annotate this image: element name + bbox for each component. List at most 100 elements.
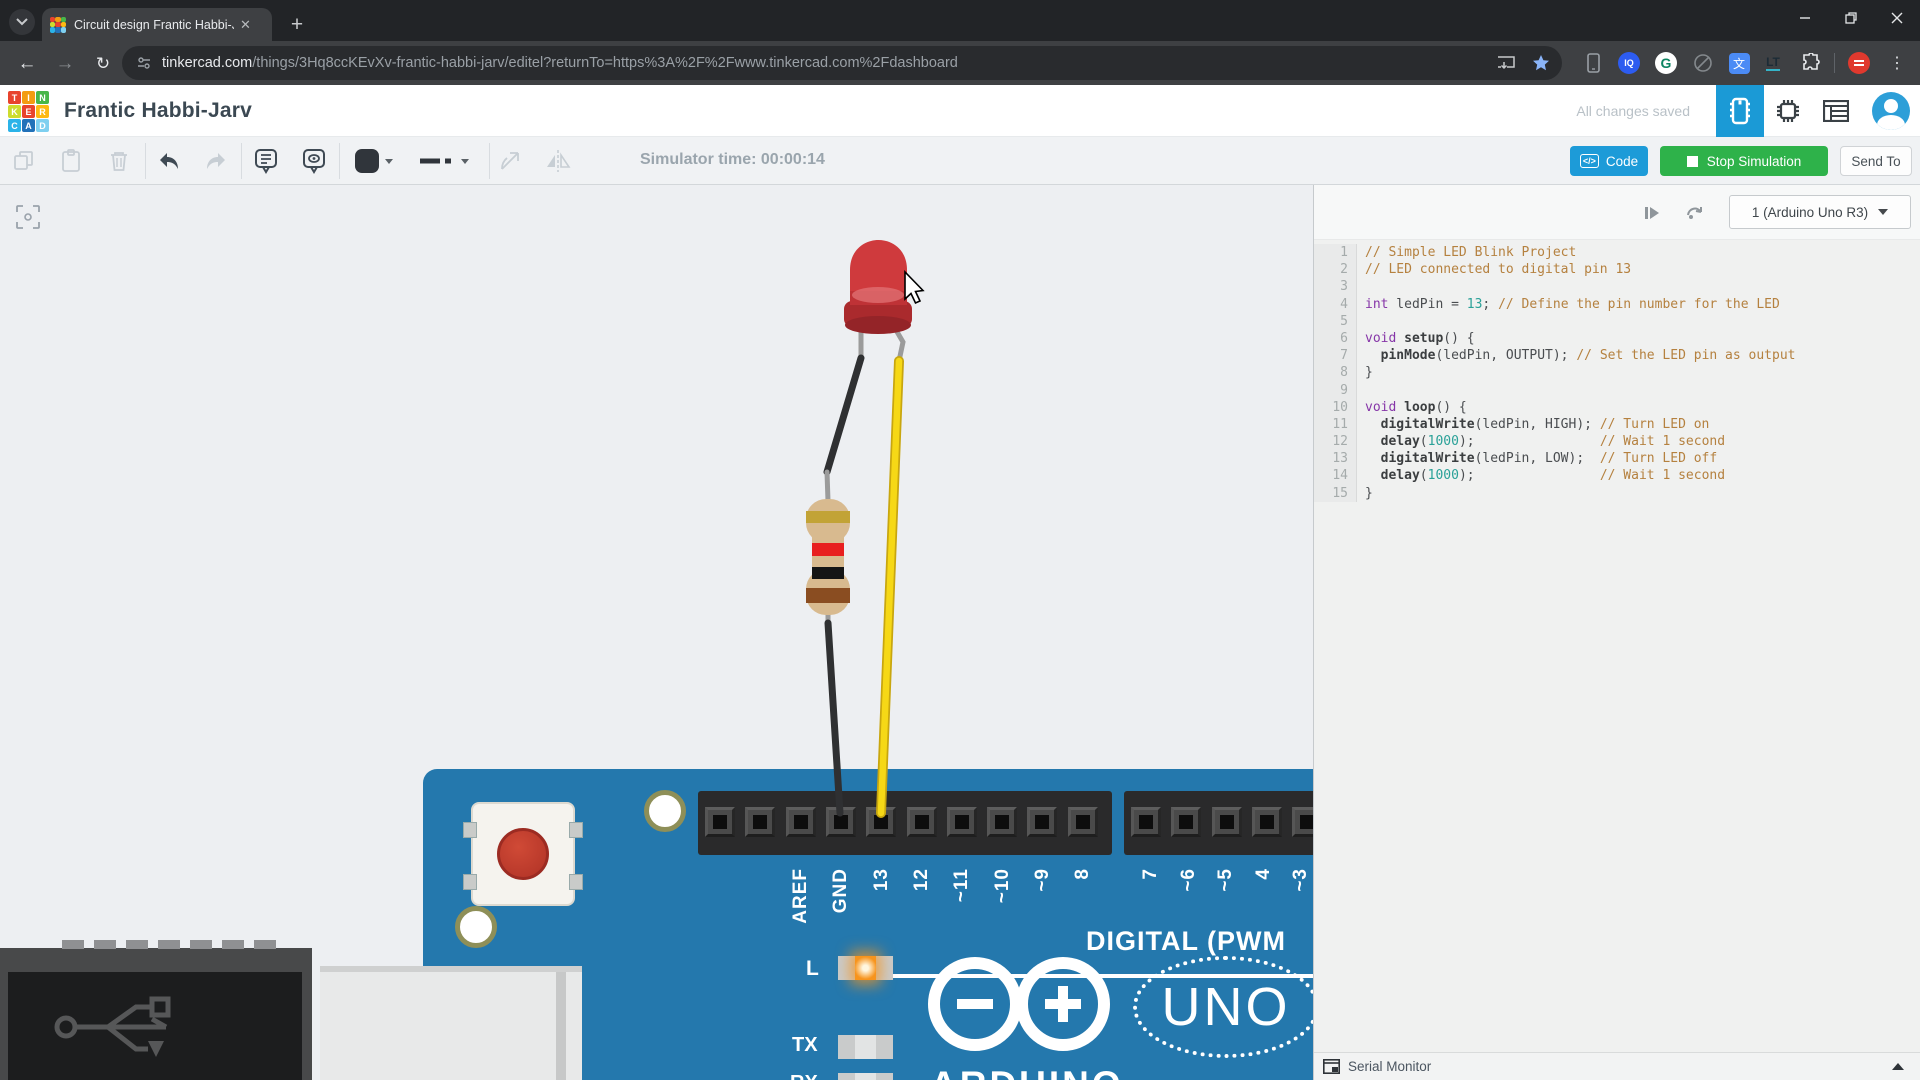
tinkercad-favicon — [50, 17, 66, 33]
code-line-4[interactable]: 4int ledPin = 13; // Define the pin numb… — [1314, 296, 1920, 313]
code-line-5[interactable]: 5 — [1314, 313, 1920, 330]
iq-extension-icon[interactable]: IQ — [1616, 50, 1642, 76]
code-line-15[interactable]: 15} — [1314, 485, 1920, 502]
ic-chip-icon — [1775, 98, 1801, 124]
component-overlay — [0, 185, 1313, 1080]
code-line-12[interactable]: 12 delay(1000); // Wait 1 second — [1314, 433, 1920, 450]
code-line-3[interactable]: 3 — [1314, 278, 1920, 295]
new-tab-button[interactable]: + — [282, 8, 312, 41]
code-button[interactable]: </> Code — [1570, 146, 1648, 176]
red-extension-icon[interactable] — [1846, 50, 1872, 76]
resistor-band-black — [812, 567, 844, 579]
code-panel: 1 (Arduino Uno R3) 1// Simple LED Blink … — [1313, 185, 1920, 1080]
notes-button[interactable] — [253, 148, 279, 174]
bookmark-star-icon[interactable] — [1532, 54, 1550, 72]
serial-monitor-icon — [1323, 1059, 1340, 1074]
code-line-6[interactable]: 6void setup() { — [1314, 330, 1920, 347]
rotate-button[interactable] — [497, 148, 523, 174]
mouse-cursor — [905, 272, 923, 303]
browser-menu-icon[interactable]: ⋮ — [1884, 50, 1910, 76]
code-line-9[interactable]: 9 — [1314, 382, 1920, 399]
chevron-down-icon — [16, 18, 28, 26]
close-button[interactable] — [1874, 0, 1920, 36]
arduino-infinity-logo — [934, 963, 1104, 1045]
toolbar-separator — [241, 143, 242, 179]
tinkercad-logo[interactable]: TINKERCAD — [8, 91, 49, 132]
extensions-puzzle-icon[interactable] — [1798, 50, 1824, 76]
site-info-icon[interactable] — [136, 55, 152, 71]
copy-button[interactable] — [11, 148, 37, 174]
code-line-11[interactable]: 11 digitalWrite(ledPin, HIGH); // Turn L… — [1314, 416, 1920, 433]
browser-window: Circuit design Frantic Habbi-Jar ✕ + ← →… — [0, 0, 1920, 1080]
forward-button[interactable]: → — [50, 49, 80, 79]
url-text[interactable]: tinkercad.com/things/3Hq8ccKEvXv-frantic… — [162, 55, 1496, 71]
resistor-band-brown — [806, 588, 850, 603]
toolbar-separator — [489, 143, 490, 179]
save-status: All changes saved — [1576, 103, 1690, 119]
redo-button[interactable] — [203, 148, 229, 174]
minimize-button[interactable] — [1782, 0, 1828, 36]
send-to-device-icon[interactable] — [1496, 54, 1516, 72]
browser-tab[interactable]: Circuit design Frantic Habbi-Jar ✕ — [42, 8, 272, 41]
profile-avatar[interactable] — [1872, 92, 1910, 130]
stop-simulation-button[interactable]: Stop Simulation — [1660, 146, 1828, 176]
serial-monitor-bar[interactable]: Serial Monitor — [1314, 1052, 1920, 1080]
code-line-10[interactable]: 10void loop() { — [1314, 399, 1920, 416]
expand-serial-icon[interactable] — [1892, 1063, 1904, 1070]
undo-button[interactable] — [156, 148, 182, 174]
window-controls — [1782, 0, 1920, 36]
view-schematic-button[interactable] — [1764, 85, 1812, 137]
languagetool-extension-icon[interactable]: LT — [1760, 50, 1786, 76]
toolbar-separator — [145, 143, 146, 179]
code-line-13[interactable]: 13 digitalWrite(ledPin, LOW); // Turn LE… — [1314, 450, 1920, 467]
code-line-14[interactable]: 14 delay(1000); // Wait 1 second — [1314, 467, 1920, 484]
tab-title: Circuit design Frantic Habbi-Jar — [74, 18, 234, 32]
tab-close-icon[interactable]: ✕ — [240, 17, 251, 33]
phone-extension-icon[interactable] — [1580, 50, 1606, 76]
red-led[interactable] — [844, 240, 912, 334]
stop-icon — [1687, 156, 1698, 167]
reload-button[interactable]: ↻ — [88, 49, 118, 79]
code-line-7[interactable]: 7 pinMode(ledPin, OUTPUT); // Set the LE… — [1314, 347, 1920, 364]
simulator-time: Simulator time: 00:00:14 — [640, 151, 825, 169]
grammarly-extension-icon[interactable]: G — [1653, 50, 1679, 76]
delete-button[interactable] — [106, 148, 132, 174]
resistor[interactable] — [806, 499, 850, 615]
annotation-visibility-button[interactable] — [301, 148, 327, 174]
app-header: TINKERCAD Frantic Habbi-Jarv All changes… — [0, 85, 1920, 137]
view-components-button[interactable] — [1716, 85, 1764, 137]
tab-search-button[interactable] — [9, 9, 35, 35]
code-line-1[interactable]: 1// Simple LED Blink Project — [1314, 244, 1920, 261]
yellow-wire[interactable] — [881, 330, 903, 813]
browser-tab-bar: Circuit design Frantic Habbi-Jar ✕ + — [0, 0, 1920, 41]
back-button[interactable]: ← — [12, 49, 42, 79]
board-select-dropdown[interactable]: 1 (Arduino Uno R3) — [1729, 195, 1911, 229]
color-picker-dropdown[interactable] — [352, 148, 396, 174]
mirror-button[interactable] — [545, 148, 571, 174]
view-list-button[interactable] — [1812, 85, 1860, 137]
editor-toolbar: Simulator time: 00:00:14 </> Code Stop S… — [0, 137, 1920, 185]
paste-button[interactable] — [58, 148, 84, 174]
toolbar-separator — [339, 143, 340, 179]
code-editor[interactable]: 1// Simple LED Blink Project2// LED conn… — [1314, 240, 1920, 1052]
step-button[interactable] — [1640, 201, 1664, 225]
table-view-icon — [1823, 100, 1849, 122]
design-title[interactable]: Frantic Habbi-Jarv — [64, 99, 252, 123]
component-view-icon — [1729, 97, 1751, 125]
code-line-8[interactable]: 8} — [1314, 364, 1920, 381]
code-icon: </> — [1580, 154, 1599, 168]
toolbar-separator — [1834, 53, 1835, 73]
wire-style-dropdown[interactable] — [416, 148, 472, 174]
browser-toolbar: ← → ↻ tinkercad.com/things/3Hq8ccKEvXv-f… — [0, 41, 1920, 85]
url-bar[interactable]: tinkercad.com/things/3Hq8ccKEvXv-frantic… — [122, 46, 1562, 80]
code-line-2[interactable]: 2// LED connected to digital pin 13 — [1314, 261, 1920, 278]
disabled-extension-icon[interactable] — [1690, 50, 1716, 76]
send-to-button[interactable]: Send To — [1840, 146, 1912, 176]
restore-button[interactable] — [1828, 0, 1874, 36]
chevron-down-icon — [1878, 209, 1888, 215]
translate-extension-icon[interactable]: 文 — [1726, 50, 1752, 76]
restart-simulation-button[interactable] — [1683, 201, 1707, 225]
code-panel-header: 1 (Arduino Uno R3) — [1314, 185, 1920, 240]
serial-monitor-label: Serial Monitor — [1348, 1059, 1431, 1074]
circuit-canvas[interactable]: AREFGND1312~11~10~987~6~54~3 DIGITAL (PW… — [0, 185, 1313, 1080]
